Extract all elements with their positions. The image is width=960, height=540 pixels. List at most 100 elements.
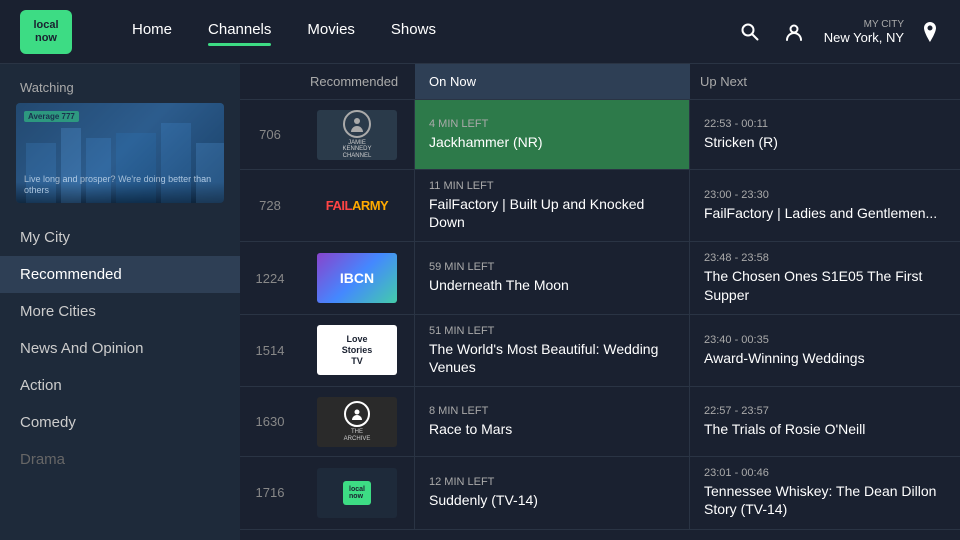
up-next-title: Award-Winning Weddings (704, 349, 946, 367)
up-next-time: 23:40 - 00:35 (704, 334, 946, 346)
time-left: 4 MIN LEFT (429, 118, 675, 130)
on-now-cell: 8 MIN LEFT Race to Mars (415, 387, 690, 456)
time-left: 11 MIN LEFT (429, 180, 675, 192)
channel-logo-cell: LoveStoriesTV (300, 315, 415, 386)
show-title: FailFactory | Built Up and Knocked Down (429, 195, 675, 231)
sidebar-item-recommended[interactable]: Recommended (0, 256, 240, 293)
channel-number: 1514 (240, 315, 300, 386)
nav-movies[interactable]: Movies (307, 21, 355, 42)
user-icon[interactable] (780, 18, 808, 46)
up-next-title: The Trials of Rosie O'Neill (704, 420, 946, 438)
logo-text: localnow (33, 19, 58, 43)
show-title: The World's Most Beautiful: Wedding Venu… (429, 340, 675, 376)
on-now-cell: 59 MIN LEFT Underneath The Moon (415, 242, 690, 313)
sidebar-item-action[interactable]: Action (0, 367, 240, 404)
city-info[interactable]: MY CITY New York, NY (824, 19, 904, 45)
col-header-up-next: Up Next (690, 74, 960, 89)
table-row[interactable]: 1514 LoveStoriesTV 51 MIN LEFT The World… (240, 315, 960, 387)
table-row[interactable]: 1630 THEARCHIVE 8 MIN LEFT Ra (240, 387, 960, 457)
nav-channels[interactable]: Channels (208, 21, 271, 42)
nav-home[interactable]: Home (132, 21, 172, 42)
up-next-time: 23:00 - 23:30 (704, 189, 946, 201)
show-title: Jackhammer (NR) (429, 133, 675, 151)
channel-logo-cell: IBCN (300, 242, 415, 313)
channel-number: 1630 (240, 387, 300, 456)
time-left: 8 MIN LEFT (429, 405, 675, 417)
table-row[interactable]: 1716 localnow 12 MIN LEFT Suddenly (TV-1… (240, 457, 960, 529)
location-icon[interactable] (920, 22, 940, 42)
up-next-cell: 22:53 - 00:11 Stricken (R) (690, 100, 960, 169)
content: Watching Average 777 Live long and prosp… (0, 64, 960, 540)
main-nav: Home Channels Movies Shows (132, 21, 736, 42)
up-next-time: 22:57 - 23:57 (704, 405, 946, 417)
up-next-title: FailFactory | Ladies and Gentlemen... (704, 204, 946, 222)
on-now-cell: 12 MIN LEFT Suddenly (TV-14) (415, 457, 690, 528)
up-next-time: 23:48 - 23:58 (704, 252, 946, 264)
local-now-badge: localnow (343, 481, 371, 505)
column-headers: Recommended On Now Up Next (240, 64, 960, 100)
jk-icon (343, 110, 371, 138)
sidebar-item-more-cities[interactable]: More Cities (0, 293, 240, 330)
table-row[interactable]: 706 JAMIEKENNEDYCHANNEL 4 MIN LEFT (240, 100, 960, 170)
time-left: 12 MIN LEFT (429, 476, 675, 488)
fail-text: FAIL (326, 198, 352, 213)
ibcn-text: IBCN (340, 270, 374, 286)
love-stories-text: LoveStoriesTV (342, 334, 373, 366)
search-icon[interactable] (736, 18, 764, 46)
up-next-title: The Chosen Ones S1E05 The First Supper (704, 267, 946, 303)
archive-label: THEARCHIVE (344, 429, 371, 442)
on-now-cell: 51 MIN LEFT The World's Most Beautiful: … (415, 315, 690, 386)
channel-logo: IBCN (317, 253, 397, 303)
sidebar-item-comedy[interactable]: Comedy (0, 404, 240, 441)
channel-logo-cell: FAILARMY (300, 170, 415, 241)
channel-number: 1716 (240, 457, 300, 528)
header-right: MY CITY New York, NY (736, 18, 940, 46)
channel-logo-cell: THEARCHIVE (300, 387, 415, 456)
army-text: ARMY (352, 198, 388, 213)
show-title: Suddenly (TV-14) (429, 491, 675, 509)
show-title: Race to Mars (429, 420, 675, 438)
sidebar-item-my-city[interactable]: My City (0, 219, 240, 256)
table-row[interactable]: 1224 IBCN 59 MIN LEFT Underneath The Moo… (240, 242, 960, 314)
up-next-time: 22:53 - 00:11 (704, 118, 946, 130)
channel-logo: JAMIEKENNEDYCHANNEL (317, 110, 397, 160)
nav-shows[interactable]: Shows (391, 21, 436, 42)
sidebar: Watching Average 777 Live long and prosp… (0, 64, 240, 540)
up-next-cell: 23:01 - 00:46 Tennessee Whiskey: The Dea… (690, 457, 960, 528)
channel-logo: THEARCHIVE (317, 397, 397, 447)
channel-logo: localnow (317, 468, 397, 518)
up-next-title: Stricken (R) (704, 133, 946, 151)
channel-logo: FAILARMY (317, 188, 397, 224)
jk-label: JAMIEKENNEDYCHANNEL (342, 140, 371, 160)
thumbnail[interactable]: Average 777 Live long and prosper? We're… (16, 103, 224, 203)
up-next-cell: 23:48 - 23:58 The Chosen Ones S1E05 The … (690, 242, 960, 313)
sidebar-menu: My City Recommended More Cities News And… (0, 219, 240, 478)
city-label: MY CITY (824, 19, 904, 30)
main-content: Recommended On Now Up Next 706 (240, 64, 960, 540)
city-name: New York, NY (824, 30, 904, 45)
col-header-on-now: On Now (415, 64, 690, 99)
time-left: 59 MIN LEFT (429, 261, 675, 273)
sidebar-item-drama[interactable]: Drama (0, 441, 240, 478)
on-now-cell: 4 MIN LEFT Jackhammer (NR) (415, 100, 690, 169)
channel-number: 728 (240, 170, 300, 241)
table-row[interactable]: 728 FAILARMY 11 MIN LEFT FailFactory | B… (240, 170, 960, 242)
up-next-cell: 23:00 - 23:30 FailFactory | Ladies and G… (690, 170, 960, 241)
archive-circle (344, 401, 370, 427)
sidebar-item-news-opinion[interactable]: News And Opinion (0, 330, 240, 367)
watching-label: Watching (0, 80, 240, 103)
time-left: 51 MIN LEFT (429, 325, 675, 337)
channels-list: 706 JAMIEKENNEDYCHANNEL 4 MIN LEFT (240, 100, 960, 540)
channel-number: 706 (240, 100, 300, 169)
show-title: Underneath The Moon (429, 276, 675, 294)
header: localnow Home Channels Movies Shows MY C… (0, 0, 960, 64)
col-header-recommended: Recommended (300, 74, 415, 89)
up-next-cell: 22:57 - 23:57 The Trials of Rosie O'Neil… (690, 387, 960, 456)
channel-logo-cell: localnow (300, 457, 415, 528)
channel-number: 1224 (240, 242, 300, 313)
channel-logo-cell: JAMIEKENNEDYCHANNEL (300, 100, 415, 169)
on-now-cell: 11 MIN LEFT FailFactory | Built Up and K… (415, 170, 690, 241)
logo[interactable]: localnow (20, 10, 72, 54)
up-next-time: 23:01 - 00:46 (704, 467, 946, 479)
channel-logo: LoveStoriesTV (317, 325, 397, 375)
